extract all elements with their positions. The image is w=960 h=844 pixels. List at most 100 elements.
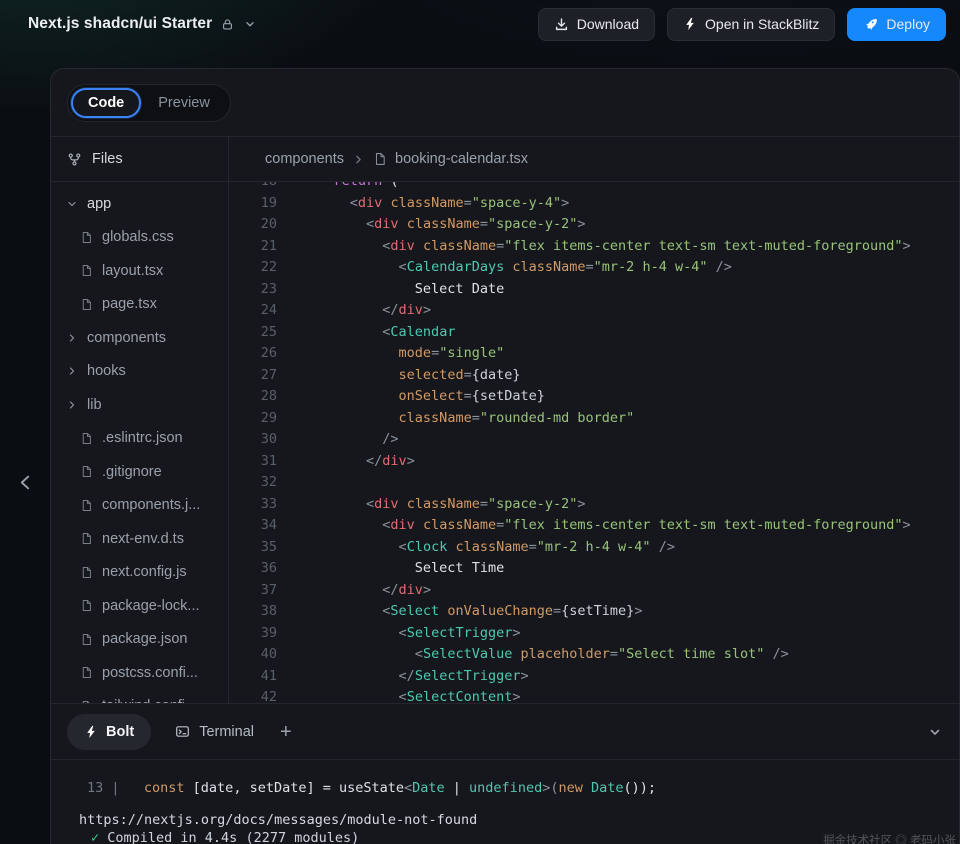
file-item[interactable]: next-env.d.ts	[51, 522, 228, 556]
code-line[interactable]: 41 </SelectTrigger>	[229, 666, 959, 688]
chevron-right-icon	[352, 153, 365, 166]
folder-item[interactable]: app	[51, 187, 228, 221]
code-line[interactable]: 23 Select Date	[229, 279, 959, 301]
collapse-terminal-chevron-down-icon[interactable]	[927, 724, 943, 740]
tab-preview[interactable]: Preview	[141, 88, 227, 118]
line-number: 29	[229, 408, 277, 430]
file-label: lib	[87, 397, 102, 413]
breadcrumb: components booking-calendar.tsx	[229, 137, 959, 181]
code-text: className="rounded-md border"	[277, 408, 634, 430]
code-line[interactable]: 26 mode="single"	[229, 343, 959, 365]
code-line[interactable]: 32	[229, 472, 959, 494]
code-text: return (	[277, 182, 399, 193]
file-tree-icon	[67, 152, 82, 167]
add-terminal-button[interactable]: +	[280, 722, 292, 742]
file-item[interactable]: layout.tsx	[51, 254, 228, 288]
code-text: Select Time	[277, 558, 504, 580]
lightning-icon	[683, 17, 697, 31]
chevron-right-icon	[66, 332, 78, 344]
folder-item[interactable]: lib	[51, 388, 228, 422]
download-button[interactable]: Download	[538, 8, 655, 41]
code-text: onSelect={setDate}	[277, 386, 545, 408]
collapse-panel-chevron-left-icon[interactable]	[17, 474, 34, 491]
code-line[interactable]: 21 <div className="flex items-center tex…	[229, 236, 959, 258]
code-line[interactable]: 25 <Calendar	[229, 322, 959, 344]
code-line[interactable]: 36 Select Time	[229, 558, 959, 580]
code-line[interactable]: 20 <div className="space-y-2">	[229, 214, 959, 236]
code-text: <SelectContent>	[277, 687, 521, 703]
deploy-button[interactable]: Deploy	[847, 8, 946, 41]
code-text: </div>	[277, 580, 431, 602]
folder-item[interactable]: components	[51, 321, 228, 355]
file-item[interactable]: next.config.js	[51, 556, 228, 590]
file-item[interactable]: components.j...	[51, 489, 228, 523]
line-number: 19	[229, 193, 277, 215]
line-number: 37	[229, 580, 277, 602]
code-line[interactable]: 18 return (	[229, 182, 959, 193]
code-line[interactable]: 28 onSelect={setDate}	[229, 386, 959, 408]
file-item[interactable]: tailwind.confi...	[51, 690, 228, 704]
line-number: 41	[229, 666, 277, 688]
tab-code[interactable]: Code	[71, 88, 141, 118]
code-text: selected={date}	[277, 365, 521, 387]
code-line[interactable]: 29 className="rounded-md border"	[229, 408, 959, 430]
project-title-group[interactable]: Next.js shadcn/ui Starter	[28, 15, 257, 33]
line-number: 35	[229, 537, 277, 559]
download-icon	[554, 17, 569, 32]
line-number: 22	[229, 257, 277, 279]
open-stackblitz-button[interactable]: Open in StackBlitz	[667, 8, 835, 41]
open-stackblitz-label: Open in StackBlitz	[705, 16, 819, 32]
folder-item[interactable]: hooks	[51, 355, 228, 389]
chevron-down-icon[interactable]	[243, 17, 257, 31]
files-title: Files	[92, 151, 123, 167]
bolt-tab[interactable]: Bolt	[67, 714, 151, 750]
file-item[interactable]: globals.css	[51, 221, 228, 255]
code-line[interactable]: 39 <SelectTrigger>	[229, 623, 959, 645]
code-text: <Clock className="mr-2 h-4 w-4" />	[277, 537, 675, 559]
code-line[interactable]: 34 <div className="flex items-center tex…	[229, 515, 959, 537]
code-editor[interactable]: 18 return (19 <div className="space-y-4"…	[229, 182, 959, 703]
file-icon	[80, 566, 93, 579]
file-item[interactable]: package-lock...	[51, 589, 228, 623]
code-text: <SelectTrigger>	[277, 623, 521, 645]
terminal-tab[interactable]: Terminal	[175, 724, 254, 740]
file-item[interactable]: page.tsx	[51, 288, 228, 322]
line-number: 34	[229, 515, 277, 537]
code-text: </div>	[277, 300, 431, 322]
code-text: <div className="space-y-2">	[277, 494, 586, 516]
code-line[interactable]: 22 <CalendarDays className="mr-2 h-4 w-4…	[229, 257, 959, 279]
code-text: <div className="space-y-4">	[277, 193, 569, 215]
file-item[interactable]: package.json	[51, 623, 228, 657]
workspace-panel: Code Preview Files components booking-ca…	[50, 68, 960, 844]
code-line[interactable]: 33 <div className="space-y-2">	[229, 494, 959, 516]
code-line[interactable]: 38 <Select onValueChange={setTime}>	[229, 601, 959, 623]
file-label: .eslintrc.json	[102, 430, 183, 446]
code-line[interactable]: 27 selected={date}	[229, 365, 959, 387]
code-line[interactable]: 37 </div>	[229, 580, 959, 602]
terminal-link[interactable]: https://nextjs.org/docs/messages/module-…	[79, 813, 959, 827]
compile-status-text: Compiled in 4.4s (2277 modules)	[99, 830, 359, 844]
bolt-label: Bolt	[106, 724, 134, 740]
code-line[interactable]: 42 <SelectContent>	[229, 687, 959, 703]
file-label: layout.tsx	[102, 263, 163, 279]
file-item[interactable]: postcss.confi...	[51, 656, 228, 690]
code-line[interactable]: 40 <SelectValue placeholder="Select time…	[229, 644, 959, 666]
line-number: 42	[229, 687, 277, 703]
code-text: mode="single"	[277, 343, 504, 365]
code-text: </div>	[277, 451, 415, 473]
file-label: next-env.d.ts	[102, 531, 184, 547]
code-line[interactable]: 30 />	[229, 429, 959, 451]
breadcrumb-folder[interactable]: components	[265, 151, 344, 167]
file-item[interactable]: .eslintrc.json	[51, 422, 228, 456]
breadcrumb-file[interactable]: booking-calendar.tsx	[395, 151, 528, 167]
code-line[interactable]: 35 <Clock className="mr-2 h-4 w-4" />	[229, 537, 959, 559]
line-number: 32	[229, 472, 277, 494]
code-line[interactable]: 24 </div>	[229, 300, 959, 322]
file-item[interactable]: .gitignore	[51, 455, 228, 489]
line-number: 33	[229, 494, 277, 516]
code-line[interactable]: 19 <div className="space-y-4">	[229, 193, 959, 215]
files-header: Files	[51, 137, 229, 181]
file-label: components.j...	[102, 497, 200, 513]
code-line[interactable]: 31 </div>	[229, 451, 959, 473]
line-number: 21	[229, 236, 277, 258]
